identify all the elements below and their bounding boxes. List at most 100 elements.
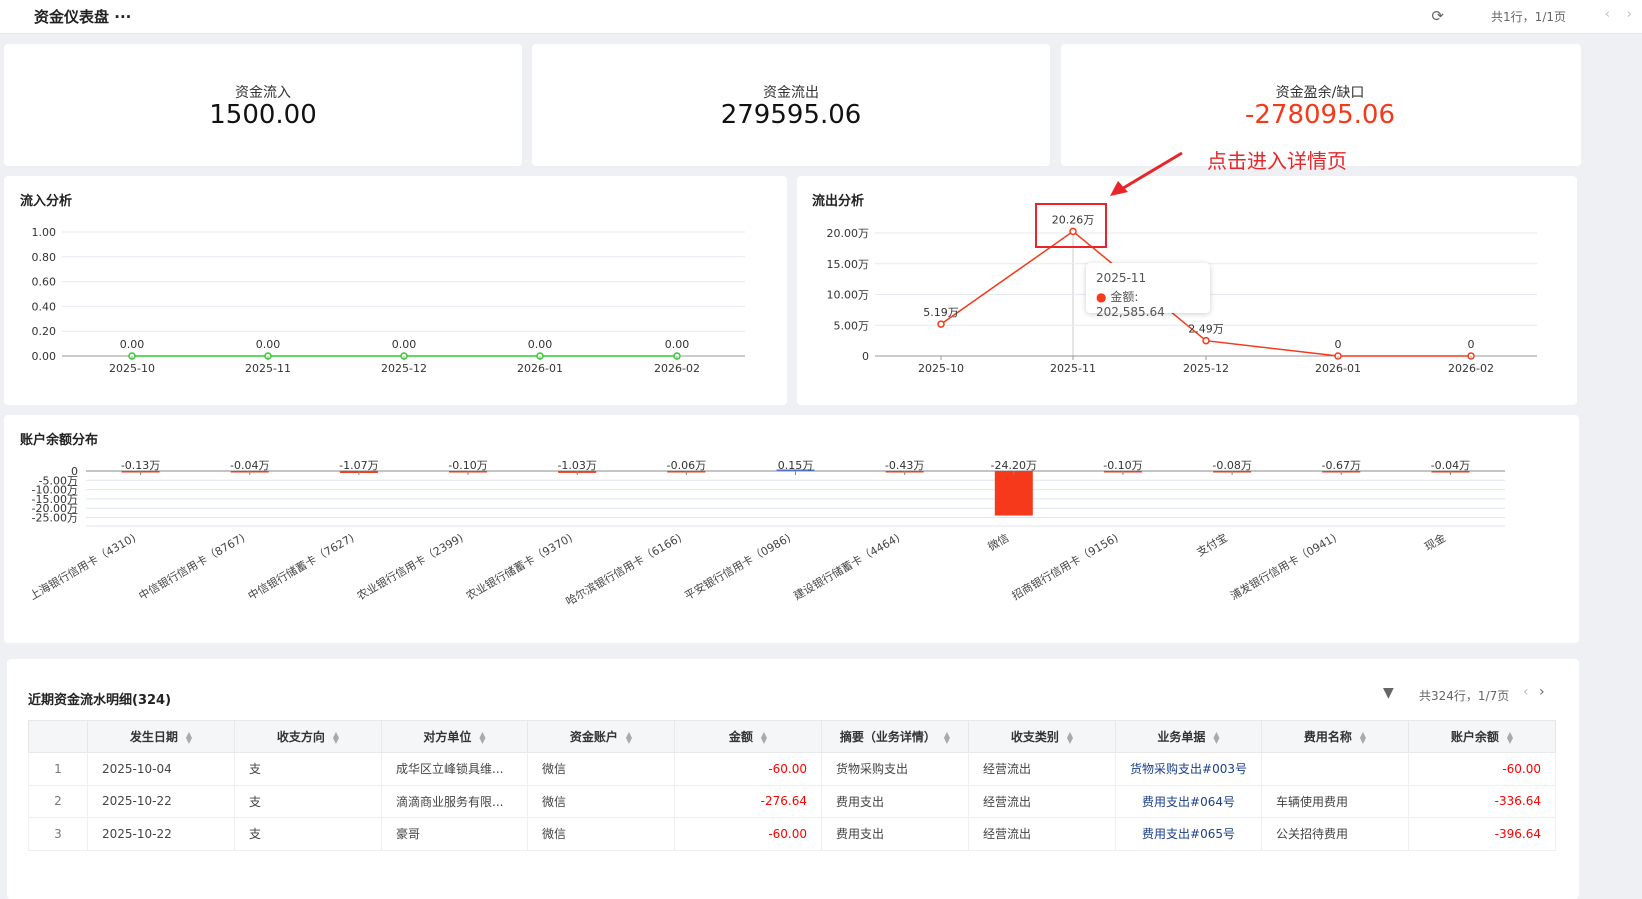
column-label: 账户余额 bbox=[1450, 730, 1499, 744]
sort-icon[interactable]: ▲ ▼ bbox=[944, 730, 950, 744]
table-cell: 滴滴商业服务有限... bbox=[381, 784, 528, 818]
y-tick-label: 5.00万 bbox=[834, 319, 870, 332]
table-cell: 公关招待费用 bbox=[1261, 817, 1409, 851]
data-label: 0.00 bbox=[665, 338, 690, 351]
table-row[interactable]: 1 2025-10-04 支成华区立峰锁具维... 微信 -60.00 货物采购支出 经营流… bbox=[28, 752, 1556, 786]
data-label: 0.00 bbox=[256, 338, 281, 351]
data-point bbox=[1202, 336, 1210, 345]
sort-icon[interactable]: ▲ ▼ bbox=[333, 730, 339, 744]
y-tick-label: -25.00万 bbox=[32, 512, 78, 525]
table-cell: 2025-10-22 bbox=[87, 817, 235, 851]
table-cell: 2025-10-22 bbox=[87, 784, 235, 818]
table-cell: 微信 bbox=[527, 784, 675, 818]
x-tick-label: 微信 bbox=[985, 530, 1011, 553]
column-label: 金额 bbox=[728, 730, 753, 744]
y-tick-label: 0.00 bbox=[32, 350, 57, 363]
table-cell: 1 bbox=[28, 752, 88, 786]
y-tick-label: 0 bbox=[862, 350, 869, 363]
column-label: 收支方向 bbox=[276, 730, 325, 744]
sort-icon[interactable]: ▲ ▼ bbox=[186, 730, 192, 744]
bar-value-label: -1.03万 bbox=[557, 459, 596, 472]
x-tick-label: 平安银行信用卡（0986) bbox=[682, 530, 793, 602]
sort-icon[interactable]: ▲ ▼ bbox=[1360, 730, 1366, 744]
table-cell: 微信 bbox=[527, 817, 675, 851]
column-header[interactable]: 账户余额 ▲ ▼ bbox=[1408, 720, 1556, 753]
column-header[interactable]: 对方单位 ▲ ▼ bbox=[381, 720, 528, 753]
table-pager-text: 共324行，1/7页 bbox=[1419, 689, 1510, 703]
table-cell: 2 bbox=[28, 784, 88, 818]
x-tick-label: 招商银行信用卡（9156) bbox=[1009, 530, 1120, 602]
annotation-arrow bbox=[1108, 150, 1198, 200]
sort-icon[interactable]: ▲ ▼ bbox=[1507, 730, 1513, 744]
table-row[interactable]: 2 2025-10-22 支滴滴商业服务有限... 微信 -276.64 费用支出 经营流出… bbox=[28, 784, 1556, 818]
chart-tooltip: 2025-11 ● 金额: 202,585.64 bbox=[1086, 263, 1210, 319]
filter-icon[interactable]: ▼ bbox=[1383, 685, 1394, 701]
column-header[interactable]: 摘要（业务详情） ▲ ▼ bbox=[821, 720, 969, 753]
table-cell[interactable]: 费用支出#064号 bbox=[1115, 784, 1262, 818]
table-cell[interactable]: 货物采购支出#003号 bbox=[1115, 752, 1262, 786]
column-label: 费用名称 bbox=[1303, 730, 1352, 744]
table-cell: 费用支出 bbox=[821, 784, 969, 818]
sort-icon[interactable]: ▲ ▼ bbox=[761, 730, 767, 744]
data-label: 2.49万 bbox=[1188, 323, 1224, 336]
column-header[interactable]: 费用名称 ▲ ▼ bbox=[1261, 720, 1409, 753]
annotation-text: 点击进入详情页 bbox=[1207, 149, 1347, 173]
x-tick-label: 2025-10 bbox=[109, 362, 155, 375]
table-cell bbox=[1261, 752, 1409, 786]
x-tick-label: 2025-12 bbox=[381, 362, 427, 375]
y-tick-label: 0.80 bbox=[32, 251, 57, 264]
x-tick-label: 上海银行信用卡（4310) bbox=[27, 530, 138, 602]
y-tick-label: 0.60 bbox=[32, 276, 57, 289]
column-label: 发生日期 bbox=[129, 730, 178, 744]
table-row[interactable]: 3 2025-10-22 支豪哥 微信 -60.00 费用支出 经营流出 费用支出#065号公… bbox=[28, 817, 1556, 851]
table-cell[interactable]: 费用支出#065号 bbox=[1115, 817, 1262, 851]
x-tick-label: 2025-11 bbox=[1050, 362, 1096, 375]
x-tick-label: 2025-11 bbox=[245, 362, 291, 375]
sort-icon[interactable]: ▲ ▼ bbox=[626, 730, 632, 744]
prev-page-icon[interactable]: ‹ bbox=[1523, 684, 1529, 700]
sort-icon[interactable]: ▲ ▼ bbox=[479, 730, 485, 744]
x-tick-label: 支付宝 bbox=[1194, 530, 1230, 559]
x-tick-label: 建设银行储蓄卡（4464) bbox=[791, 530, 902, 602]
table-cell: 货物采购支出 bbox=[821, 752, 969, 786]
column-header[interactable]: 发生日期 ▲ ▼ bbox=[87, 720, 235, 753]
column-header[interactable]: 收支类别 ▲ ▼ bbox=[968, 720, 1116, 753]
sort-icon[interactable]: ▲ ▼ bbox=[1213, 730, 1219, 744]
bar-value-label: -0.10万 bbox=[1103, 459, 1142, 472]
bar-value-label: -24.20万 bbox=[991, 459, 1037, 472]
bar-value-label: -1.07万 bbox=[339, 459, 378, 472]
table-cell: 支 bbox=[234, 784, 382, 818]
table-cell: 经营流出 bbox=[968, 817, 1116, 851]
y-tick-label: 10.00万 bbox=[827, 289, 870, 302]
column-header[interactable]: 收支方向 ▲ ▼ bbox=[234, 720, 382, 753]
y-tick-label: 20.00万 bbox=[827, 227, 870, 240]
y-tick-label: 1.00 bbox=[32, 226, 57, 239]
bar bbox=[994, 471, 1033, 516]
x-tick-label: 2025-12 bbox=[1183, 362, 1229, 375]
column-header[interactable]: 资金账户 ▲ ▼ bbox=[527, 720, 675, 753]
column-label: 资金账户 bbox=[569, 730, 618, 744]
x-tick-label: 2026-01 bbox=[1315, 362, 1361, 375]
data-label: 5.19万 bbox=[923, 306, 959, 319]
x-tick-label: 2026-02 bbox=[654, 362, 700, 375]
column-label: 收支类别 bbox=[1010, 730, 1059, 744]
table-cell: -60.00 bbox=[674, 817, 822, 851]
table-title: 近期资金流水明细(324) bbox=[28, 693, 172, 708]
x-tick-label: 中信银行储蓄卡（7627) bbox=[245, 530, 356, 602]
column-header[interactable]: 金额 ▲ ▼ bbox=[674, 720, 822, 753]
data-label: 0.00 bbox=[120, 338, 145, 351]
bar-value-label: -0.04万 bbox=[230, 459, 269, 472]
sort-icon[interactable]: ▲ ▼ bbox=[1067, 730, 1073, 744]
bar-value-label: -0.43万 bbox=[885, 459, 924, 472]
table-cell: 豪哥 bbox=[381, 817, 528, 851]
x-tick-label: 2026-01 bbox=[517, 362, 563, 375]
table-cell: -60.00 bbox=[674, 752, 822, 786]
table-cell: 车辆使用费用 bbox=[1261, 784, 1409, 818]
data-label: 0 bbox=[1335, 338, 1342, 351]
table-cell: -276.64 bbox=[674, 784, 822, 818]
column-header[interactable]: 业务单据 ▲ ▼ bbox=[1115, 720, 1262, 753]
next-page-icon[interactable]: › bbox=[1539, 684, 1545, 700]
table-cell: 经营流出 bbox=[968, 752, 1116, 786]
x-tick-label: 中信银行信用卡（8767) bbox=[136, 530, 247, 602]
column-label: 对方单位 bbox=[423, 730, 472, 744]
